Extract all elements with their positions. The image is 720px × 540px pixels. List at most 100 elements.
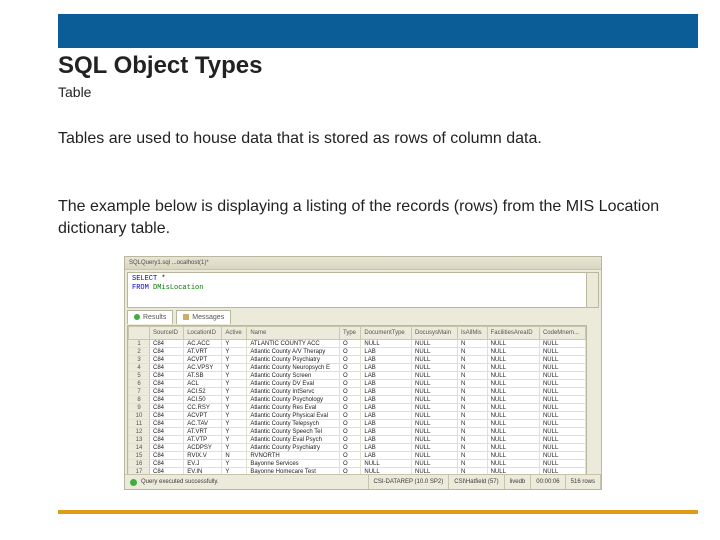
cell[interactable]: NULL bbox=[487, 348, 539, 356]
cell[interactable]: Y bbox=[222, 372, 247, 380]
cell[interactable]: ACVPT bbox=[184, 356, 222, 364]
cell[interactable]: ACVPT bbox=[184, 412, 222, 420]
sql-editor[interactable]: SELECT * FROM DMisLocation bbox=[127, 272, 587, 308]
cell[interactable]: N bbox=[457, 396, 487, 404]
cell[interactable]: Y bbox=[222, 356, 247, 364]
cell[interactable]: N bbox=[457, 356, 487, 364]
cell[interactable]: Y bbox=[222, 348, 247, 356]
cell[interactable]: O bbox=[340, 348, 361, 356]
cell[interactable]: CC.RSY bbox=[184, 404, 222, 412]
cell[interactable]: N bbox=[457, 420, 487, 428]
cell[interactable]: LAB bbox=[361, 372, 412, 380]
cell[interactable]: AT.VRT bbox=[184, 348, 222, 356]
cell[interactable]: NULL bbox=[487, 428, 539, 436]
cell[interactable]: LAB bbox=[361, 388, 412, 396]
cell[interactable]: Atlantic County Psychiatry bbox=[247, 444, 340, 452]
grid-scrollbar[interactable] bbox=[586, 325, 587, 479]
cell[interactable]: NULL bbox=[412, 412, 458, 420]
cell[interactable]: AC.ACC bbox=[184, 340, 222, 348]
cell[interactable]: AT.VRT bbox=[184, 428, 222, 436]
cell[interactable]: NULL bbox=[487, 340, 539, 348]
cell[interactable]: NULL bbox=[487, 364, 539, 372]
table-row[interactable]: 6C84ACLYAtlantic County DV EvalOLABNULLN… bbox=[129, 380, 586, 388]
cell[interactable]: NULL bbox=[412, 396, 458, 404]
cell[interactable]: Y bbox=[222, 364, 247, 372]
cell[interactable]: Atlantic County Res Eval bbox=[247, 404, 340, 412]
cell[interactable]: LAB bbox=[361, 356, 412, 364]
cell[interactable]: C84 bbox=[150, 412, 184, 420]
cell[interactable]: NULL bbox=[412, 436, 458, 444]
cell[interactable]: NULL bbox=[412, 452, 458, 460]
cell[interactable]: NULL bbox=[412, 372, 458, 380]
column-header[interactable]: Type bbox=[340, 327, 361, 340]
cell[interactable]: NULL bbox=[487, 404, 539, 412]
cell[interactable]: Atlantic County Psychology bbox=[247, 396, 340, 404]
cell[interactable]: N bbox=[457, 340, 487, 348]
cell[interactable]: RVIX.V bbox=[184, 452, 222, 460]
cell[interactable]: N bbox=[457, 404, 487, 412]
cell[interactable]: NULL bbox=[487, 412, 539, 420]
cell[interactable]: C84 bbox=[150, 436, 184, 444]
cell[interactable]: LAB bbox=[361, 380, 412, 388]
cell[interactable]: Y bbox=[222, 444, 247, 452]
cell[interactable]: Atlantic County Speech Tel bbox=[247, 428, 340, 436]
cell[interactable]: Atlantic County DV Eval bbox=[247, 380, 340, 388]
cell[interactable]: NULL bbox=[539, 372, 585, 380]
cell[interactable]: NULL bbox=[487, 444, 539, 452]
cell[interactable]: LAB bbox=[361, 444, 412, 452]
cell[interactable]: ACI.50 bbox=[184, 396, 222, 404]
cell[interactable]: Y bbox=[222, 412, 247, 420]
cell[interactable]: NULL bbox=[539, 452, 585, 460]
table-row[interactable]: 9C84CC.RSYYAtlantic County Res EvalOLABN… bbox=[129, 404, 586, 412]
column-header[interactable]: LocationID bbox=[184, 327, 222, 340]
cell[interactable]: NULL bbox=[487, 420, 539, 428]
cell[interactable]: O bbox=[340, 396, 361, 404]
cell[interactable]: LAB bbox=[361, 428, 412, 436]
cell[interactable]: O bbox=[340, 420, 361, 428]
cell[interactable]: C84 bbox=[150, 340, 184, 348]
table-row[interactable]: 16C84EV.JYBayonne ServicesONULLNULLNNULL… bbox=[129, 460, 586, 468]
column-header[interactable]: DocumentType bbox=[361, 327, 412, 340]
cell[interactable]: O bbox=[340, 404, 361, 412]
cell[interactable]: C84 bbox=[150, 444, 184, 452]
editor-scrollbar[interactable] bbox=[586, 272, 599, 308]
cell[interactable]: N bbox=[457, 380, 487, 388]
cell[interactable]: LAB bbox=[361, 348, 412, 356]
cell[interactable]: EV.J bbox=[184, 460, 222, 468]
table-row[interactable]: 8C84ACI.50YAtlantic County PsychologyOLA… bbox=[129, 396, 586, 404]
cell[interactable]: AC.VPSY bbox=[184, 364, 222, 372]
cell[interactable]: N bbox=[457, 372, 487, 380]
cell[interactable]: NULL bbox=[487, 396, 539, 404]
cell[interactable]: C84 bbox=[150, 404, 184, 412]
cell[interactable]: AC.TAV bbox=[184, 420, 222, 428]
cell[interactable]: Atlantic County Neuropsych E bbox=[247, 364, 340, 372]
cell[interactable]: NULL bbox=[412, 356, 458, 364]
cell[interactable]: LAB bbox=[361, 412, 412, 420]
cell[interactable]: N bbox=[457, 412, 487, 420]
table-row[interactable]: 10C84ACVPTYAtlantic County Physical Eval… bbox=[129, 412, 586, 420]
table-row[interactable]: 5C84AT.SBYAtlantic County ScreenOLABNULL… bbox=[129, 372, 586, 380]
cell[interactable]: NULL bbox=[412, 388, 458, 396]
cell[interactable]: Atlantic County Physical Eval bbox=[247, 412, 340, 420]
table-row[interactable]: 12C84AT.VRTYAtlantic County Speech TelOL… bbox=[129, 428, 586, 436]
table-row[interactable]: 14C84ACDPSYYAtlantic County PsychiatryOL… bbox=[129, 444, 586, 452]
cell[interactable]: C84 bbox=[150, 452, 184, 460]
cell[interactable]: Y bbox=[222, 420, 247, 428]
cell[interactable]: LAB bbox=[361, 396, 412, 404]
results-grid[interactable]: SourceIDLocationIDActiveNameTypeDocument… bbox=[128, 326, 586, 479]
table-row[interactable]: 1C84AC.ACCYATLANTIC COUNTY ACCONULLNULLN… bbox=[129, 340, 586, 348]
column-header[interactable]: FacilitiesAreaID bbox=[487, 327, 539, 340]
cell[interactable]: NULL bbox=[487, 356, 539, 364]
cell[interactable]: O bbox=[340, 372, 361, 380]
cell[interactable]: NULL bbox=[487, 372, 539, 380]
cell[interactable]: NULL bbox=[539, 420, 585, 428]
cell[interactable]: NULL bbox=[539, 428, 585, 436]
cell[interactable]: NULL bbox=[487, 460, 539, 468]
cell[interactable]: NULL bbox=[539, 444, 585, 452]
cell[interactable]: NULL bbox=[487, 436, 539, 444]
table-row[interactable]: 15C84RVIX.VNRVNORTHOLABNULLNNULLNULL bbox=[129, 452, 586, 460]
cell[interactable]: NULL bbox=[539, 348, 585, 356]
cell[interactable]: NULL bbox=[412, 364, 458, 372]
table-row[interactable]: 2C84AT.VRTYAtlantic County A/V TherapyOL… bbox=[129, 348, 586, 356]
cell[interactable]: Y bbox=[222, 460, 247, 468]
